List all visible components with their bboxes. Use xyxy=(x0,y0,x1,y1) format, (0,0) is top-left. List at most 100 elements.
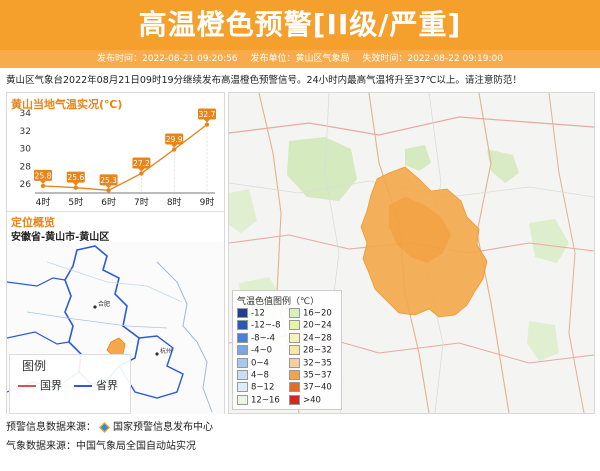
legend-province: 省界 xyxy=(74,377,118,393)
scale-item: -12 xyxy=(237,308,265,319)
data-label-pointer xyxy=(40,180,46,184)
scale-swatch xyxy=(237,320,248,331)
scale-label: 35~37 xyxy=(303,370,332,381)
temperature-point xyxy=(204,122,210,127)
left-panel: 黄山当地气温实况(℃) 34 32 30 28 26 4时 5时 6时 7时 8时 9时 25.8 25… xyxy=(6,92,225,414)
scale-item: 24~28 xyxy=(289,332,332,344)
scale-swatch xyxy=(237,394,248,405)
weather-source: 气象数据来源：中国气象局全国自动站实况 xyxy=(6,441,196,452)
scale-item: 8~12 xyxy=(237,382,274,393)
scale-swatch xyxy=(289,345,300,356)
province-line-icon xyxy=(74,385,92,387)
data-label: 25.8 xyxy=(35,171,52,180)
y-tick-label: 34 xyxy=(20,109,32,119)
warning-title: 高温橙色预警[II级/严重] xyxy=(0,0,600,50)
warning-source: 预警信息数据来源： 国家预警信息发布中心 xyxy=(6,418,213,433)
scale-label: -4~0 xyxy=(251,345,273,356)
scale-label: 16~20 xyxy=(303,308,332,319)
hangzhou-label: 杭州 xyxy=(160,347,172,355)
y-tick-label: 28 xyxy=(20,162,32,172)
scale-swatch xyxy=(237,308,248,318)
scale-label: 20~24 xyxy=(303,320,332,331)
y-tick-label: 30 xyxy=(20,145,32,155)
temperature-chart: 黄山当地气温实况(℃) 34 32 30 28 26 4时 5时 6时 7时 8时 9时 25.8 25… xyxy=(7,93,224,211)
scale-label: 37~40 xyxy=(303,382,332,393)
scale-item: 32~35 xyxy=(289,357,332,369)
scale-label: -12 xyxy=(251,308,265,319)
scale-label: 32~35 xyxy=(303,358,332,369)
scale-item: -12~-8 xyxy=(237,320,280,331)
scale-swatch xyxy=(289,332,300,343)
scale-item: 0~4 xyxy=(237,357,269,369)
temperature-point xyxy=(106,188,111,193)
scale-title: 气温色值图例（℃） xyxy=(237,297,320,307)
scale-swatch xyxy=(289,394,300,405)
warning-meta: 发布时间：2022-08-21 09:20:56 发布单位：黄山区气象局 失效时… xyxy=(0,50,600,68)
scale-item: 16~20 xyxy=(289,308,332,319)
temperature-point xyxy=(40,183,46,189)
location-overview: 定位概览 安徽省-黄山市-黄山区 合肥 杭州 图例 国界 省界 xyxy=(6,211,224,414)
data-label-pointer xyxy=(171,144,178,148)
scale-swatch xyxy=(237,332,248,343)
hefei-label: 合肥 xyxy=(98,300,110,308)
legend-country: 国界 xyxy=(18,377,62,393)
scale-item: 12~16 xyxy=(237,394,280,406)
scale-swatch xyxy=(289,382,300,393)
data-label: 32.7 xyxy=(199,110,216,119)
scale-label: 24~28 xyxy=(303,333,332,344)
scale-item: 35~37 xyxy=(289,370,332,381)
y-tick-label: 26 xyxy=(20,180,32,190)
scale-label: -12~-8 xyxy=(251,320,281,331)
legend-title: 图例 xyxy=(22,359,47,373)
temperature-point xyxy=(172,147,177,152)
data-label: 27.2 xyxy=(133,159,150,168)
publish-time: 发布时间：2022-08-21 09:20:56 xyxy=(97,54,238,64)
scale-label: 28~32 xyxy=(303,345,332,356)
scale-item: >40 xyxy=(289,394,321,406)
scale-swatch xyxy=(237,345,248,356)
scale-label: 4~8 xyxy=(251,370,269,381)
x-tick-label: 4时 xyxy=(36,196,51,208)
legend-province-label: 省界 xyxy=(96,379,118,392)
scale-swatch xyxy=(237,357,248,368)
data-label-pointer xyxy=(105,185,112,189)
publisher: 发布单位：黄山区气象局 xyxy=(250,54,350,64)
scale-label: 0~4 xyxy=(251,358,269,369)
warning-source-label: 预警信息数据来源： xyxy=(6,422,96,433)
map-legend: 图例 国界 省界 xyxy=(9,354,131,414)
x-tick-label: 8时 xyxy=(167,196,182,208)
scale-item: 20~24 xyxy=(289,320,332,331)
scale-swatch xyxy=(289,320,300,331)
warning-description: 黄山区气象台2022年08月21日09时19分继续发布高温橙色预警信号。24小时… xyxy=(6,75,522,86)
scale-item: 28~32 xyxy=(289,345,332,356)
scale-label: 8~12 xyxy=(251,382,275,393)
scale-swatch xyxy=(289,370,300,380)
temperature-scale-legend: 气温色值图例（℃） -12 16~20 -12~-8 20~24 -8~-4 24~28 -… xyxy=(232,290,342,410)
temperature-chart-svg: 34 32 30 28 26 4时 5时 6时 7时 8时 9时 25.8 25.6 25.3 27.2 29… xyxy=(20,108,216,208)
scale-item: 4~8 xyxy=(237,370,269,381)
scale-swatch xyxy=(237,382,248,393)
expire-time: 失效时间：2022-08-22 09:19:00 xyxy=(362,54,503,64)
data-label: 25.3 xyxy=(100,176,117,185)
scale-item: -8~-4 xyxy=(237,332,276,344)
scale-swatch xyxy=(289,357,300,368)
scale-label: 12~16 xyxy=(251,395,280,406)
y-tick-label: 32 xyxy=(20,127,31,137)
country-line-icon xyxy=(18,385,36,387)
scale-swatch xyxy=(289,308,300,318)
scale-swatch xyxy=(237,370,248,380)
data-label: 29.9 xyxy=(166,135,183,144)
warning-center-logo-icon xyxy=(99,421,110,433)
location-name: 安徽省-黄山市-黄山区 xyxy=(11,232,110,243)
scale-item: -4~0 xyxy=(237,345,272,356)
x-tick-label: 6时 xyxy=(101,196,116,208)
warning-source-org: 国家预警信息发布中心 xyxy=(113,422,213,433)
x-tick-label: 5时 xyxy=(68,196,83,208)
temperature-point xyxy=(139,171,144,176)
scale-label: -8~-4 xyxy=(251,333,276,344)
hangzhou-marker xyxy=(155,352,159,356)
temperature-point xyxy=(73,185,79,190)
scale-label: >40 xyxy=(303,395,321,406)
scale-item: 37~40 xyxy=(289,382,332,393)
data-label-pointer xyxy=(138,168,145,172)
